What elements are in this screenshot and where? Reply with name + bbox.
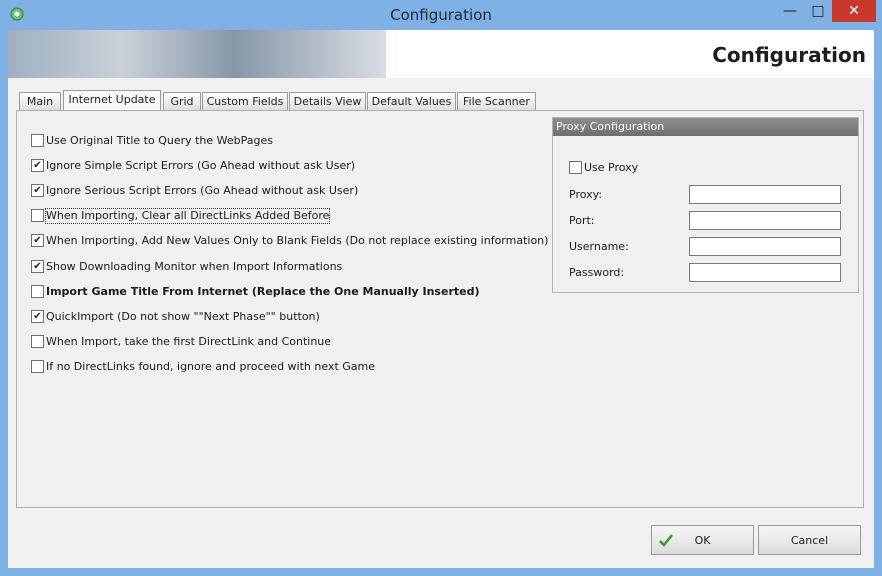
checkbox[interactable]: ✔ — [31, 184, 44, 197]
ok-label: OK — [694, 534, 711, 547]
cancel-label: Cancel — [790, 534, 829, 547]
checkbox[interactable] — [31, 335, 44, 348]
port-label: Port: — [569, 214, 595, 227]
title-bar[interactable]: Configuration — □ ✕ — [0, 0, 882, 30]
tab-main[interactable]: Main — [19, 92, 61, 111]
use-proxy-label: Use Proxy — [584, 161, 639, 174]
proxy-configuration-group: Proxy Configuration Use Proxy Proxy: Por… — [552, 117, 859, 293]
tab-file-scanner[interactable]: File Scanner — [457, 92, 536, 111]
window-title: Configuration — [390, 6, 492, 24]
banner-title: Configuration — [712, 43, 866, 67]
option-label: If no DirectLinks found, ignore and proc… — [46, 360, 376, 373]
password-label: Password: — [569, 266, 625, 279]
cancel-button[interactable]: Cancel — [758, 525, 861, 555]
option-label: When Importing, Clear all DirectLinks Ad… — [44, 208, 331, 224]
checkbox[interactable]: ✔ — [31, 234, 44, 247]
option-label: Ignore Simple Script Errors (Go Ahead wi… — [46, 159, 356, 172]
tab-custom-fields[interactable]: Custom Fields — [202, 92, 288, 111]
configuration-window: Configuration — □ ✕ Configuration Main I… — [0, 0, 882, 576]
username-label: Username: — [569, 240, 629, 253]
ok-button[interactable]: OK — [651, 525, 754, 555]
checkbox[interactable] — [569, 161, 582, 174]
proxy-label: Proxy: — [569, 188, 603, 201]
proxy-input[interactable] — [689, 185, 841, 204]
checkbox[interactable]: ✔ — [31, 310, 44, 323]
option-label: Show Downloading Monitor when Import Inf… — [46, 260, 343, 273]
port-input[interactable] — [689, 211, 841, 230]
tab-internet-update[interactable]: Internet Update — [63, 90, 161, 112]
internet-update-panel: Use Original Title to Query the WebPages… — [16, 110, 864, 508]
username-input[interactable] — [689, 237, 841, 256]
maximize-button[interactable]: □ — [804, 0, 832, 22]
password-input[interactable] — [689, 263, 841, 282]
checkbox[interactable] — [31, 209, 44, 222]
option-label: When Import, take the first DirectLink a… — [46, 335, 332, 348]
banner: Configuration — [386, 30, 874, 78]
checkbox[interactable] — [31, 134, 44, 147]
window-content: Configuration Main Internet Update Grid … — [8, 30, 874, 568]
option-label: Import Game Title From Internet (Replace… — [46, 285, 480, 298]
checkbox[interactable]: ✔ — [31, 159, 44, 172]
checkbox[interactable]: ✔ — [31, 260, 44, 273]
banner-image — [8, 30, 386, 78]
checkbox[interactable] — [31, 360, 44, 373]
checkbox[interactable] — [31, 285, 44, 298]
checkmark-icon — [659, 534, 673, 547]
tab-default-values[interactable]: Default Values — [367, 92, 456, 111]
option-label: Use Original Title to Query the WebPages — [46, 134, 274, 147]
proxy-group-title: Proxy Configuration — [553, 118, 858, 136]
option-label: Ignore Serious Script Errors (Go Ahead w… — [46, 184, 359, 197]
tab-grid[interactable]: Grid — [163, 92, 201, 111]
minimize-button[interactable]: — — [776, 0, 804, 22]
option-label: QuickImport (Do not show ""Next Phase"" … — [46, 310, 320, 323]
close-button[interactable]: ✕ — [832, 0, 876, 22]
tab-details-view[interactable]: Details View — [289, 92, 366, 111]
option-label: When Importing, Add New Values Only to B… — [46, 234, 549, 247]
